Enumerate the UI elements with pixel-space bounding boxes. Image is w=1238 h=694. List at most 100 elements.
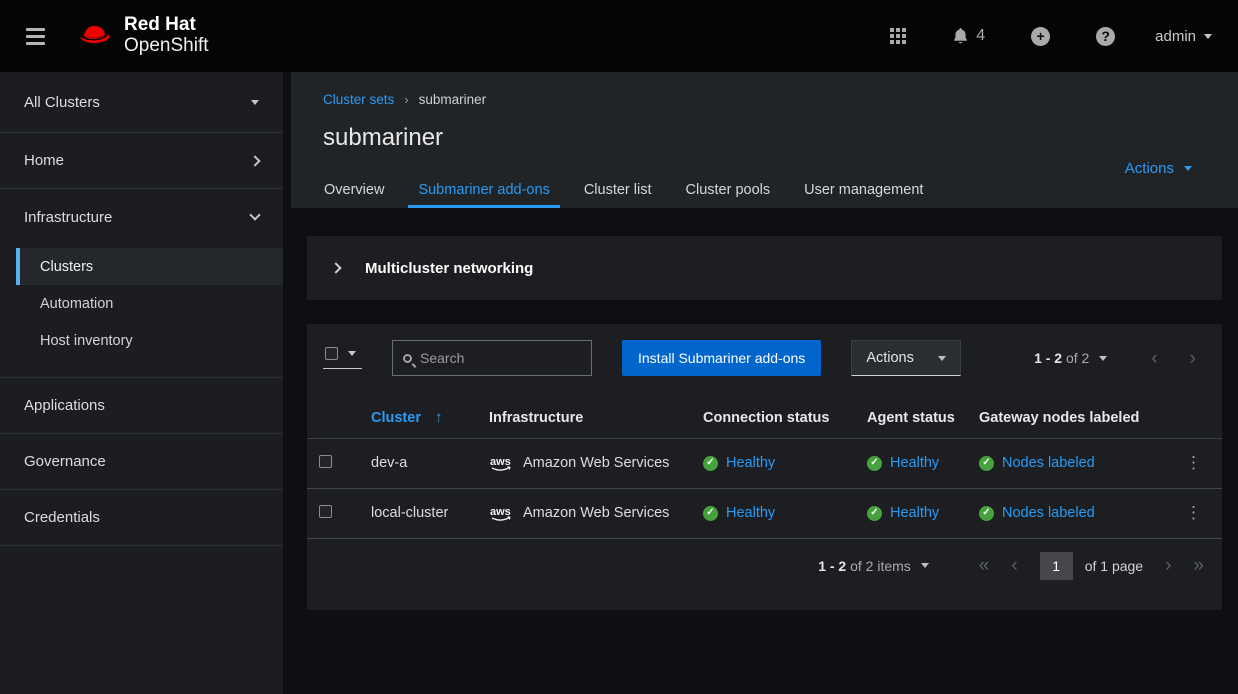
sidebar-item-host-inventory[interactable]: Host inventory [16,322,283,359]
pagination-range[interactable]: 1 - 2 of 2 items [818,558,911,574]
tab-submariner-add-ons[interactable]: Submariner add-ons [408,182,559,208]
connection-status-link[interactable]: Healthy [726,505,775,521]
notifications-button[interactable]: 4 [952,27,985,45]
page-title: submariner [323,124,443,152]
table-row: local-cluster aws Amazon Web Services ✓ … [307,488,1222,538]
sidebar-item-automation[interactable]: Automation [16,285,283,322]
masthead: Red Hat OpenShift 4 + ? admin [0,0,1238,72]
caret-down-icon[interactable] [1099,356,1107,361]
last-page-icon[interactable]: » [1193,556,1204,575]
column-header-gateway-nodes: Gateway nodes labeled [967,398,1165,438]
search-icon [403,354,412,363]
openshift-console: { "masthead": { "brand_line1": "Red Hat"… [0,0,1238,694]
user-menu[interactable]: admin [1155,28,1212,45]
submariner-table-card: Install Submariner add-ons Actions 1 - 2… [307,324,1222,610]
tab-overview[interactable]: Overview [314,182,394,208]
sidebar-subitem-label: Clusters [40,259,93,275]
kebab-menu-icon[interactable]: ⋮ [1177,453,1210,473]
cluster-switcher[interactable]: All Clusters [0,72,283,133]
sidebar-item-infrastructure[interactable]: Infrastructure [0,189,283,245]
column-header-agent-status: Agent status [855,398,967,438]
tab-cluster-pools[interactable]: Cluster pools [676,182,781,208]
column-header-connection-status: Connection status [691,398,855,438]
brand-line1: Red Hat [124,15,209,36]
search-input[interactable] [420,350,581,366]
bulk-select-dropdown[interactable] [323,347,362,369]
cluster-name: local-cluster [359,488,477,538]
row-checkbox[interactable] [319,505,332,518]
sidebar-item-home[interactable]: Home [0,133,283,189]
select-all-checkbox[interactable] [325,347,338,360]
row-checkbox[interactable] [319,455,332,468]
table-actions-dropdown[interactable]: Actions [851,340,961,376]
install-submariner-button[interactable]: Install Submariner add-ons [622,340,821,376]
previous-page-icon[interactable]: ‹ [1011,556,1017,575]
caret-down-icon[interactable] [921,563,929,568]
page-actions-dropdown[interactable]: Actions [1125,160,1192,177]
svg-text:aws: aws [490,506,511,518]
brand-line2: OpenShift [124,36,209,57]
agent-status-link[interactable]: Healthy [890,455,939,471]
pagination-range-of: of 2 items [850,558,911,574]
check-circle-icon: ✓ [867,456,882,471]
table-toolbar: Install Submariner add-ons Actions 1 - 2… [307,324,1222,376]
check-circle-icon: ✓ [703,506,718,521]
sidebar-item-label: Credentials [24,509,100,526]
username: admin [1155,28,1196,45]
check-circle-icon: ✓ [703,456,718,471]
sidebar-item-label: Applications [24,397,105,414]
chevron-right-icon [330,262,341,273]
check-circle-icon: ✓ [979,456,994,471]
multicluster-networking-card: Multicluster networking [307,236,1222,300]
bell-icon [952,27,969,45]
sidebar-item-label: Infrastructure [24,209,112,226]
sidebar-subitem-label: Automation [40,296,113,312]
table-actions-label: Actions [866,350,914,366]
redhat-openshift-logo: Red Hat OpenShift [75,15,209,57]
page-actions-label: Actions [1125,160,1174,177]
help-icon[interactable]: ? [1096,27,1115,46]
column-label: Cluster [371,410,421,426]
header-kebab-cell [1165,398,1222,438]
header-checkbox-cell [307,398,359,438]
search-field[interactable] [392,340,592,376]
gateway-nodes-link[interactable]: Nodes labeled [1002,505,1095,521]
infrastructure-subnav: Clusters Automation Host inventory [0,245,283,378]
gateway-nodes-link[interactable]: Nodes labeled [1002,455,1095,471]
pagination-range-values: 1 - 2 [818,558,846,574]
next-page-icon[interactable]: › [1165,556,1171,575]
table-header-row: Cluster↑ Infrastructure Connection statu… [307,398,1222,438]
agent-status-link[interactable]: Healthy [890,505,939,521]
caret-down-icon [251,100,259,105]
sidebar-item-applications[interactable]: Applications [0,378,283,434]
sidebar-item-governance[interactable]: Governance [0,434,283,490]
pagination-range[interactable]: 1 - 2 of 2 [1034,350,1089,366]
table-row: dev-a aws Amazon Web Services ✓ Healthy … [307,438,1222,488]
tab-user-management[interactable]: User management [794,182,933,208]
page-count-label: of 1 page [1085,558,1143,574]
chevron-right-icon [249,155,260,166]
app-launcher-icon[interactable] [890,28,906,44]
breadcrumb-current: submariner [419,92,487,107]
breadcrumb-separator-icon: › [404,92,408,107]
current-page-input[interactable] [1040,552,1073,580]
notification-count: 4 [976,27,985,45]
connection-status-link[interactable]: Healthy [726,455,775,471]
first-page-icon[interactable]: « [979,556,990,575]
expand-toggle[interactable] [307,264,365,272]
aws-icon: aws [489,455,515,472]
breadcrumb-link-cluster-sets[interactable]: Cluster sets [323,92,394,107]
kebab-menu-icon[interactable]: ⋮ [1177,503,1210,523]
svg-text:aws: aws [490,456,511,468]
chevron-down-icon [249,209,260,220]
nav-toggle-hamburger-icon[interactable] [26,28,45,45]
tab-cluster-list[interactable]: Cluster list [574,182,662,208]
column-header-cluster[interactable]: Cluster↑ [359,398,477,438]
previous-page-icon[interactable]: ‹ [1151,349,1157,368]
next-page-icon[interactable]: › [1190,349,1196,368]
quick-create-plus-icon[interactable]: + [1031,27,1050,46]
pagination-range-values: 1 - 2 [1034,350,1062,366]
sidebar-item-credentials[interactable]: Credentials [0,490,283,546]
sidebar-item-clusters[interactable]: Clusters [16,248,283,285]
clusters-table: Cluster↑ Infrastructure Connection statu… [307,398,1222,539]
